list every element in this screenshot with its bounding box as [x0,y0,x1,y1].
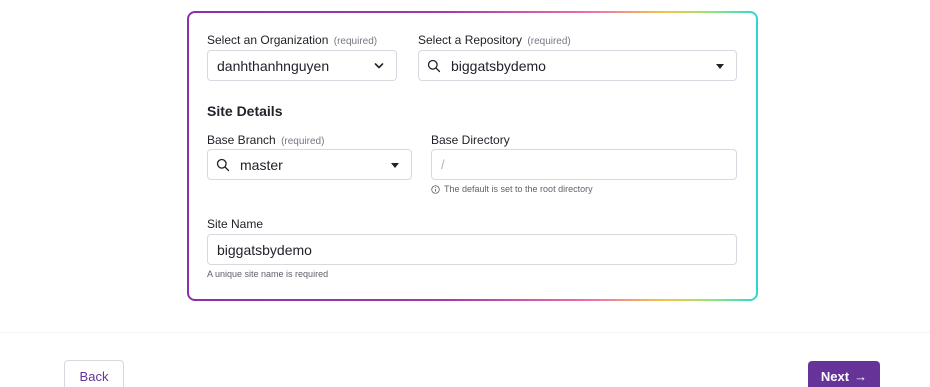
repository-select-value: biggatsbydemo [451,57,546,74]
base-branch-select-value: master [240,156,283,173]
repository-label: Select a Repository (required) [418,33,571,47]
site-name-label: Site Name [207,217,264,231]
site-setup-card: Select an Organization (required) danhth… [187,11,758,301]
base-directory-hint: The default is set to the root directory [431,184,593,194]
base-directory-input[interactable]: / [431,149,737,180]
caret-down-icon [716,64,724,69]
organization-select-value: danhthanhnguyen [217,57,330,74]
info-icon [431,184,440,194]
site-name-input-value: biggatsbydemo [217,241,312,258]
chevron-down-icon [374,63,384,69]
base-branch-required-note: (required) [281,136,325,147]
site-name-input[interactable]: biggatsbydemo [207,234,737,265]
site-details-heading: Site Details [207,103,283,119]
organization-required-note: (required) [333,36,378,47]
base-branch-select[interactable]: master [207,149,412,180]
base-branch-label-text: Base Branch [207,133,276,147]
organization-select[interactable]: danhthanhnguyen [207,50,397,81]
organization-label-text: Select an Organization [207,33,329,47]
caret-down-icon [391,163,399,168]
repository-required-note: (required) [527,36,571,47]
base-directory-label: Base Directory [431,133,510,147]
repository-select[interactable]: biggatsbydemo [418,50,737,81]
base-branch-label: Base Branch (required) [207,133,324,147]
base-directory-placeholder: / [441,157,445,172]
next-button[interactable]: Next → [808,361,880,387]
back-button[interactable]: Back [64,360,124,387]
base-directory-hint-text: The default is set to the root directory [444,184,593,194]
footer-divider [0,332,930,333]
search-icon [427,59,441,72]
organization-label: Select an Organization (required) [207,33,377,47]
arrow-right-icon: → [854,368,868,384]
back-button-label: Back [79,368,109,384]
next-button-label: Next [820,368,850,384]
site-name-hint: A unique site name is required [207,269,329,279]
search-icon [216,158,230,171]
repository-label-text: Select a Repository [418,33,523,47]
site-setup-card-inner: Select an Organization (required) danhth… [189,13,756,299]
